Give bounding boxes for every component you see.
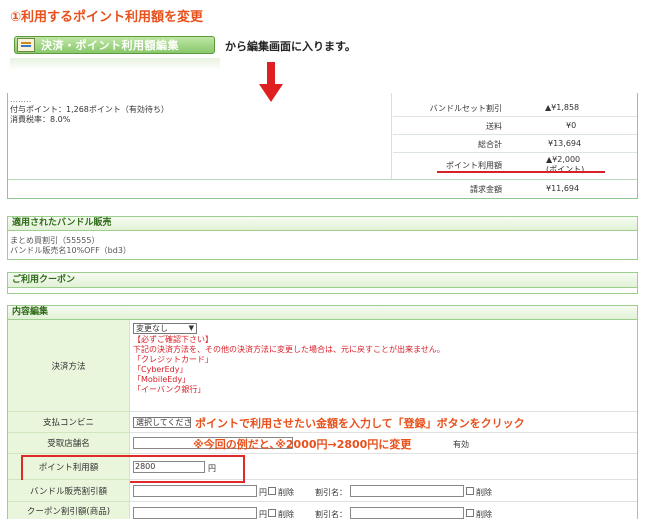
bundle-set-discount-label: バンドルセット割引 xyxy=(429,104,502,113)
payment-warning-title: 【必ずご確認下さい】 xyxy=(133,335,213,344)
bundle-discount-label: バンドル販売割引額 xyxy=(8,480,130,502)
edit-document-icon xyxy=(17,38,35,52)
payment-method-select[interactable]: 変更なし ▼ xyxy=(133,323,197,334)
shipping-label: 送料 xyxy=(486,122,502,131)
point-usage-value: ▲¥2,000 xyxy=(546,155,581,164)
bundle-discount-delete-checkbox[interactable] xyxy=(268,487,276,495)
coupon-discount-delete-label: 削除 xyxy=(278,510,294,519)
coupon-discount-name-input[interactable] xyxy=(350,507,464,519)
payment-warning-body: 下記の決済方法を、その他の決済方法に変更した場合は、元に戻すことが出来ません。 xyxy=(133,345,445,354)
from-here-note: から編集画面に入ります。 xyxy=(225,40,356,53)
coupon-section-body xyxy=(7,288,638,294)
payment-method-cyberedy: 「CyberEdy」 xyxy=(133,365,188,374)
chevron-down-icon: ▼ xyxy=(188,324,194,332)
coupon-discount-delete-checkbox[interactable] xyxy=(268,509,276,517)
bundle-line-1: まとめ買割引（55555） xyxy=(10,236,100,245)
receiving-store-label: 受取店舗名 xyxy=(8,433,130,454)
bundle-line-2: バンドル販売名10%OFF（bd3） xyxy=(10,246,131,255)
bundle-set-discount-value: ▲¥1,858 xyxy=(545,103,580,112)
coupon-discount-label: クーポン割引額(商品) xyxy=(8,502,130,519)
coupon-discount-name-label: 割引名： xyxy=(315,510,347,519)
receiving-store-suffix: 有効 xyxy=(453,440,469,449)
billing-amount-value: ¥11,694 xyxy=(546,184,580,193)
row-separator xyxy=(393,116,637,117)
payment-method-ebank: 「イーバンク銀行」 xyxy=(133,385,206,394)
edit-button-label: 決済・ポイント利用額編集 xyxy=(41,39,179,52)
point-usage-underline xyxy=(437,171,605,173)
grand-total-value: ¥13,694 xyxy=(548,139,582,148)
step-title: ①利用するポイント利用額を変更 xyxy=(10,10,204,25)
example-instruction: ※今回の例だと､※2000円→2800円に変更 xyxy=(193,438,412,451)
bundle-discount-name-delete-label: 削除 xyxy=(476,488,492,497)
payment-point-edit-button[interactable]: 決済・ポイント利用額編集 xyxy=(14,36,215,54)
payment-method-select-value: 変更なし xyxy=(136,324,168,333)
bundle-discount-name-input[interactable] xyxy=(350,485,464,497)
coupon-discount-input[interactable] xyxy=(133,507,257,519)
row-separator xyxy=(393,134,637,135)
panel-bottom-line xyxy=(8,179,637,180)
payment-method-mobileedy: 「MobileEdy」 xyxy=(133,375,191,384)
row-separator xyxy=(393,152,637,153)
shipping-value: ¥0 xyxy=(566,121,577,130)
bundle-discount-name-label: 割引名： xyxy=(315,488,347,497)
bundle-discount-input[interactable] xyxy=(133,485,257,497)
truncated-info: ‥‥‥‥ xyxy=(10,95,32,104)
bundle-discount-name-delete-checkbox[interactable] xyxy=(466,487,474,495)
bundle-discount-unit: 円 xyxy=(259,488,267,497)
button-reflection xyxy=(10,58,220,70)
coupon-discount-unit: 円 xyxy=(259,510,267,519)
payment-method-cell xyxy=(130,320,637,412)
convenience-store-select-value: 選択してくださ xyxy=(136,418,192,427)
coupon-discount-name-delete-label: 削除 xyxy=(476,510,492,519)
payment-method-credit: 「クレジットカード」 xyxy=(133,355,213,364)
convenience-store-select[interactable]: 選択してくださ xyxy=(133,417,192,428)
edit-section-header: 内容編集 xyxy=(7,305,638,320)
billing-amount-label: 請求金額 xyxy=(470,185,502,194)
coupon-discount-name-delete-checkbox[interactable] xyxy=(466,509,474,517)
grand-total-label: 総合計 xyxy=(478,140,502,149)
point-usage-unit: (ポイント) xyxy=(546,165,585,174)
bundle-section-header: 適用されたバンドル販売 xyxy=(7,216,638,231)
coupon-section-header: ご利用クーポン xyxy=(7,272,638,288)
point-usage-label: ポイント利用額 xyxy=(446,161,502,170)
convenience-store-label: 支払コンビニ xyxy=(8,412,130,433)
bundle-discount-delete-label: 削除 xyxy=(278,488,294,497)
point-usage-highlight xyxy=(21,455,245,483)
tax-rate: 消費税率：8.0% xyxy=(10,115,71,124)
payment-method-label: 決済方法 xyxy=(8,320,130,412)
point-input-instruction: ポイントで利用させたい金額を入力して「登録」ボタンをクリック xyxy=(195,417,525,430)
